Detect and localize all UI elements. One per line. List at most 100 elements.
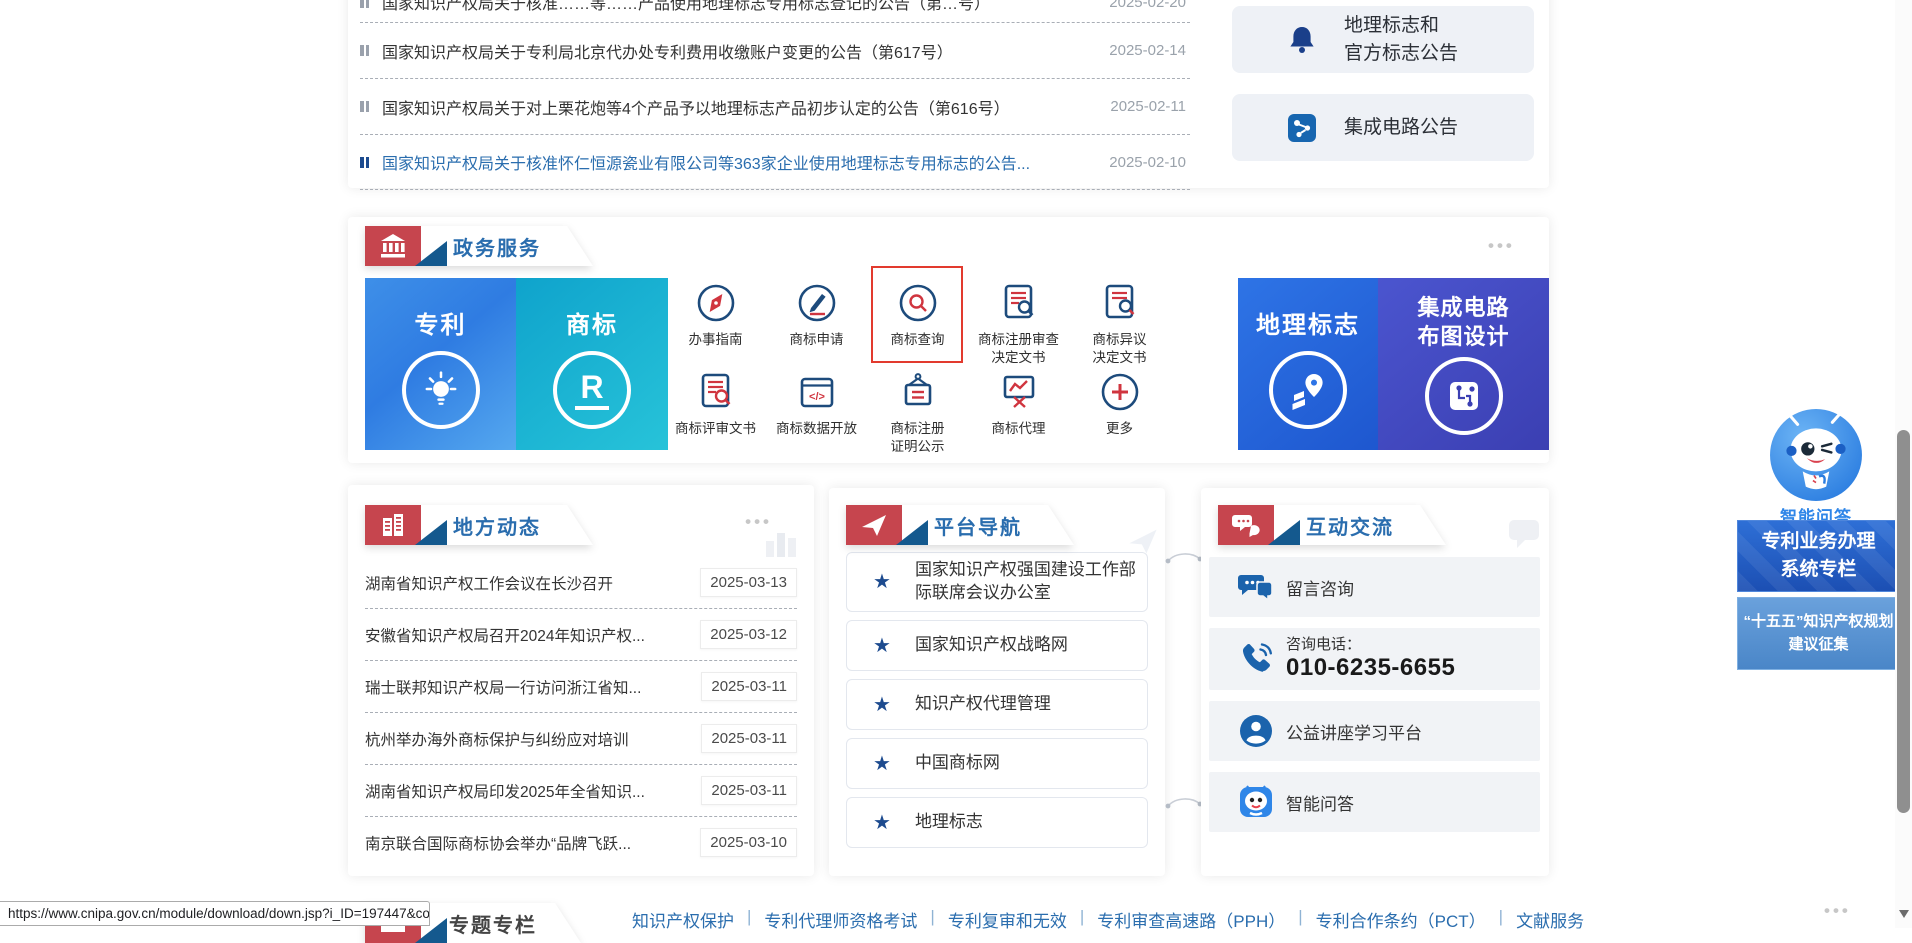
- message-consult-button[interactable]: 留言咨询: [1209, 557, 1540, 617]
- footer-link[interactable]: 专利代理师资格考试: [764, 907, 917, 932]
- local-news-card: 地方动态 ••• 湖南省知识产权工作会议在长沙召开 2025-03-13 安徽省…: [348, 485, 814, 876]
- service-item-tm-apply[interactable]: 商标申请: [766, 268, 867, 365]
- news-date: 2025-03-12: [700, 620, 797, 649]
- footer-link[interactable]: 专利合作条约（PCT）: [1316, 907, 1486, 932]
- scroll-down-arrow-icon[interactable]: [1899, 910, 1909, 918]
- svg-text:</>: </>: [809, 391, 825, 403]
- service-item-guide[interactable]: 办事指南: [665, 268, 766, 365]
- announcement-row[interactable]: 国家知识产权局关于对上栗花炮等4个产品予以地理标志产品初步认定的公告（第616号…: [360, 79, 1190, 135]
- message-icon: [1238, 569, 1274, 605]
- service-item-tm-exam-docs[interactable]: 商标注册审查 决定文书: [968, 268, 1069, 365]
- building-icon: [365, 505, 421, 545]
- news-title[interactable]: 湖南省知识产权工作会议在长沙召开: [365, 572, 688, 594]
- footer-link[interactable]: 知识产权保护: [632, 907, 734, 932]
- lightbulb-icon: [402, 351, 480, 429]
- item-label: 留言咨询: [1286, 575, 1354, 600]
- list-bullet-icon: [360, 45, 369, 56]
- nav-link-box[interactable]: ★ 中国商标网: [846, 738, 1148, 789]
- gov-services-section: 政务服务 ••• 专利 商标 R 地理标志 集成电路 布图设计 办事指南: [348, 217, 1549, 463]
- news-title[interactable]: 安徽省知识产权局召开2024年知识产权...: [365, 624, 688, 646]
- document-search-icon: [998, 282, 1040, 324]
- phone-number: 010-6235-6655: [1286, 654, 1455, 683]
- circuit-board-icon: [1425, 357, 1503, 435]
- nav-link-box[interactable]: ★ 地理标志: [846, 797, 1148, 848]
- tile-trademark[interactable]: 商标 R: [516, 278, 668, 450]
- tile-patent[interactable]: 专利: [365, 278, 516, 450]
- ip-plan-suggestion-banner[interactable]: “十五五”知识产权规划 建议征集: [1737, 597, 1900, 670]
- nav-link-label[interactable]: 地理标志: [915, 805, 983, 840]
- phone-consult-item[interactable]: 咨询电话： 010-6235-6655: [1209, 628, 1540, 690]
- section-menu-dots[interactable]: •••: [745, 517, 772, 527]
- news-title[interactable]: 湖南省知识产权局印发2025年全省知识...: [365, 780, 689, 802]
- star-icon: ★: [873, 633, 891, 658]
- nav-link-label[interactable]: 国家知识产权强国建设工作部际联席会议办公室: [915, 553, 1137, 611]
- connector-decoration: [1163, 793, 1205, 813]
- nav-link-label[interactable]: 知识产权代理管理: [915, 687, 1051, 722]
- service-item-tm-review-docs[interactable]: 商标评审文书: [665, 365, 766, 452]
- local-news-row[interactable]: 杭州举办海外商标保护与纠纷应对培训 2025-03-11: [365, 713, 797, 765]
- chat-bubbles-icon: [1218, 505, 1274, 545]
- item-label: 公益讲座学习平台: [1286, 719, 1422, 744]
- news-date: 2025-03-11: [701, 672, 797, 701]
- footer-link[interactable]: 文献服务: [1516, 907, 1584, 932]
- local-news-row[interactable]: 南京联合国际商标协会举办“品牌飞跃... 2025-03-10: [365, 817, 797, 868]
- nav-link-box[interactable]: ★ 国家知识产权强国建设工作部际联席会议办公室: [846, 552, 1148, 612]
- mascot-robot-avatar[interactable]: [1769, 408, 1863, 502]
- section-header-interaction: 互动交流: [1218, 505, 1446, 545]
- item-label: 智能问答: [1286, 790, 1354, 815]
- circuit-icon: [1286, 112, 1318, 144]
- announcement-row[interactable]: 国家知识产权局关于核准怀仁恒源瓷业有限公司等363家企业使用地理标志专用标志的公…: [360, 135, 1190, 190]
- nav-link-box[interactable]: ★ 国家知识产权战略网: [846, 620, 1148, 671]
- footer-link[interactable]: 专利审查高速路（PPH）: [1097, 907, 1285, 932]
- separator: |: [1499, 907, 1503, 927]
- section-header-local-news: 地方动态: [365, 505, 593, 545]
- section-title: 平台导航: [934, 511, 1022, 540]
- nav-link-label[interactable]: 国家知识产权战略网: [915, 628, 1068, 663]
- badge-icon: [897, 371, 939, 413]
- connector-decoration: [1163, 548, 1205, 568]
- announcement-title[interactable]: 国家知识产权局关于专利局北京代办处专利费用收缴账户变更的公告（第617号）: [382, 39, 953, 63]
- news-title[interactable]: 杭州举办海外商标保护与纠纷应对培训: [365, 728, 689, 750]
- announcement-link[interactable]: 国家知识产权局关于核准怀仁恒源瓷业有限公司等363家企业使用地理标志专用标志的公…: [382, 150, 1030, 174]
- announcement-title[interactable]: 国家知识产权局关于对上栗花炮等4个产品予以地理标志产品初步认定的公告（第616号…: [382, 95, 1010, 119]
- tile-ic-layout-design[interactable]: 集成电路 布图设计: [1378, 278, 1549, 450]
- local-news-row[interactable]: 湖南省知识产权工作会议在长沙召开 2025-03-13: [365, 557, 797, 609]
- news-title[interactable]: 南京联合国际商标协会举办“品牌飞跃...: [365, 832, 688, 854]
- notice-label: 集成电路公告: [1344, 114, 1458, 142]
- local-news-row[interactable]: 湖南省知识产权局印发2025年全省知识... 2025-03-11: [365, 765, 797, 817]
- nav-link-label[interactable]: 中国商标网: [915, 746, 1000, 781]
- news-title[interactable]: 瑞士联邦知识产权局一行访问浙江省知...: [365, 676, 689, 698]
- separator: |: [747, 907, 751, 927]
- scrollbar-thumb[interactable]: [1897, 430, 1910, 813]
- news-date: 2025-03-10: [700, 828, 797, 857]
- section-title: 专题专栏: [449, 909, 537, 938]
- lecture-platform-button[interactable]: 公益讲座学习平台: [1209, 701, 1540, 761]
- patent-system-banner[interactable]: 专利业务办理 系统专栏: [1737, 520, 1900, 592]
- smart-qa-button[interactable]: 智能问答: [1209, 772, 1540, 832]
- announcement-date: 2025-02-11: [1110, 98, 1190, 115]
- tile-label: 专利: [415, 310, 467, 341]
- service-item-tm-agency[interactable]: 商标代理: [968, 365, 1069, 452]
- local-news-row[interactable]: 瑞士联邦知识产权局一行访问浙江省知... 2025-03-11: [365, 661, 797, 713]
- integrated-circuit-notice-button[interactable]: 集成电路公告: [1232, 94, 1534, 161]
- tile-geographical-indication[interactable]: 地理标志: [1238, 278, 1378, 450]
- nav-link-box[interactable]: ★ 知识产权代理管理: [846, 679, 1148, 730]
- announcement-row[interactable]: 国家知识产权局关于核准……等……产品使用地理标志专用标志登记的公告（第…号） 2…: [360, 0, 1190, 23]
- plus-circle-icon: [1099, 371, 1141, 413]
- scrollbar-track[interactable]: [1895, 0, 1912, 928]
- announcement-title[interactable]: 国家知识产权局关于核准……等……产品使用地理标志专用标志登记的公告（第…号）: [382, 0, 990, 14]
- local-news-row[interactable]: 安徽省知识产权局召开2024年知识产权... 2025-03-12: [365, 609, 797, 661]
- tile-label: 商标: [566, 310, 618, 341]
- service-item-tm-open-data[interactable]: </> 商标数据开放: [766, 365, 867, 452]
- bank-icon: [365, 226, 421, 266]
- section-menu-dots[interactable]: •••: [1488, 241, 1515, 251]
- star-icon: ★: [873, 810, 891, 835]
- geo-official-sign-notice-button[interactable]: 地理标志和 官方标志公告: [1232, 6, 1534, 73]
- service-item-more[interactable]: 更多: [1069, 365, 1170, 452]
- service-item-tm-cert-publicity[interactable]: 商标注册 证明公示: [867, 365, 968, 452]
- announcement-row[interactable]: 国家知识产权局关于专利局北京代办处专利费用收缴账户变更的公告（第617号） 20…: [360, 23, 1190, 79]
- registered-trademark-icon: R: [553, 351, 631, 429]
- service-item-tm-opposition-docs[interactable]: 商标异议 决定文书: [1069, 268, 1170, 365]
- footer-link[interactable]: 专利复审和无效: [948, 907, 1067, 932]
- footer-menu-dots[interactable]: •••: [1824, 906, 1851, 916]
